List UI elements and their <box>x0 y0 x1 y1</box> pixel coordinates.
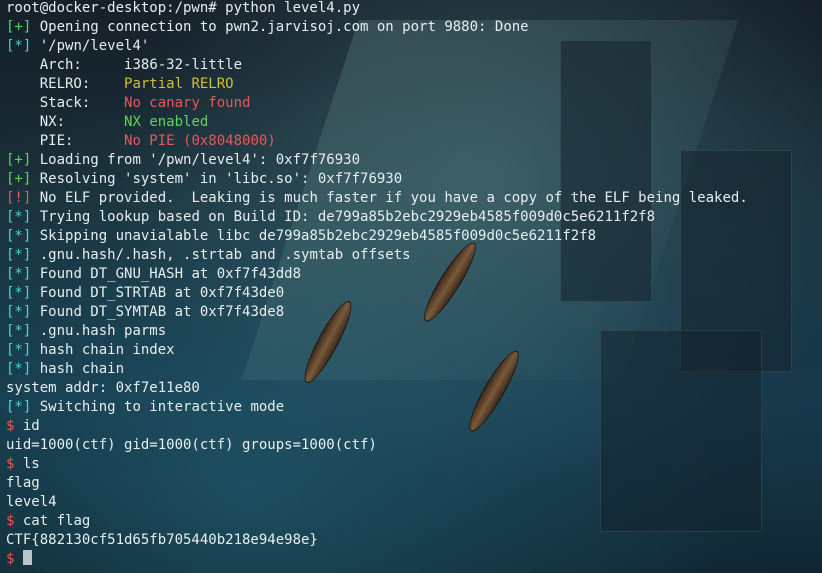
output-line: [!] No ELF provided. Leaking is much fas… <box>6 190 748 206</box>
output-line: [+] Resolving 'system' in 'libc.so': 0xf… <box>6 171 403 187</box>
output-line: [*] Found DT_STRTAB at 0xf7f43de0 <box>6 285 285 301</box>
output-line: [+] Loading from '/pwn/level4': 0xf7f769… <box>6 152 361 168</box>
output-line: [+] Opening connection to pwn2.jarvisoj.… <box>6 19 529 35</box>
prompt-line: root@docker-desktop:/pwn# python level4.… <box>6 0 361 16</box>
checksec-nx: NX: NX enabled <box>39 114 209 130</box>
output-line: system addr: 0xf7e11e80 <box>6 380 200 396</box>
input-prompt[interactable]: $ <box>6 550 748 569</box>
output-line: [*] Trying lookup based on Build ID: de7… <box>6 209 656 225</box>
checksec-stack: Stack: No canary found <box>39 95 251 111</box>
flag-output: CTF{882130cf51d65fb705440b218e94e98e} <box>6 532 318 548</box>
shell-output: level4 <box>6 494 57 510</box>
output-line: [*] Found DT_GNU_HASH at 0xf7f43dd8 <box>6 266 302 282</box>
output-line: [*] Skipping unavialable libc de799a85b2… <box>6 228 597 244</box>
text-cursor[interactable] <box>22 550 32 565</box>
output-line: [*] .gnu.hash/.hash, .strtab and .symtab… <box>6 247 411 263</box>
checksec-pie: PIE: No PIE (0x8048000) <box>39 133 276 149</box>
terminal-output: root@docker-desktop:/pwn# python level4.… <box>6 0 748 569</box>
shell-command: $ cat flag <box>6 513 91 529</box>
shell-output: flag <box>6 475 40 491</box>
checksec-relro: RELRO: Partial RELRO <box>39 76 234 92</box>
terminal-window[interactable]: root@docker-desktop:/pwn# python level4.… <box>0 0 822 573</box>
output-line: [*] Switching to interactive mode <box>6 399 285 415</box>
output-line: [*] .gnu.hash parms <box>6 323 167 339</box>
shell-command: $ ls <box>6 456 40 472</box>
checksec-arch: Arch: i386-32-little <box>39 57 243 73</box>
output-line: [*] hash chain <box>6 361 125 377</box>
output-line: [*] Found DT_SYMTAB at 0xf7f43de8 <box>6 304 285 320</box>
shell-command: $ id <box>6 418 40 434</box>
output-line: [*] '/pwn/level4' <box>6 38 150 54</box>
output-line: [*] hash chain index <box>6 342 175 358</box>
shell-output: uid=1000(ctf) gid=1000(ctf) groups=1000(… <box>6 437 377 453</box>
